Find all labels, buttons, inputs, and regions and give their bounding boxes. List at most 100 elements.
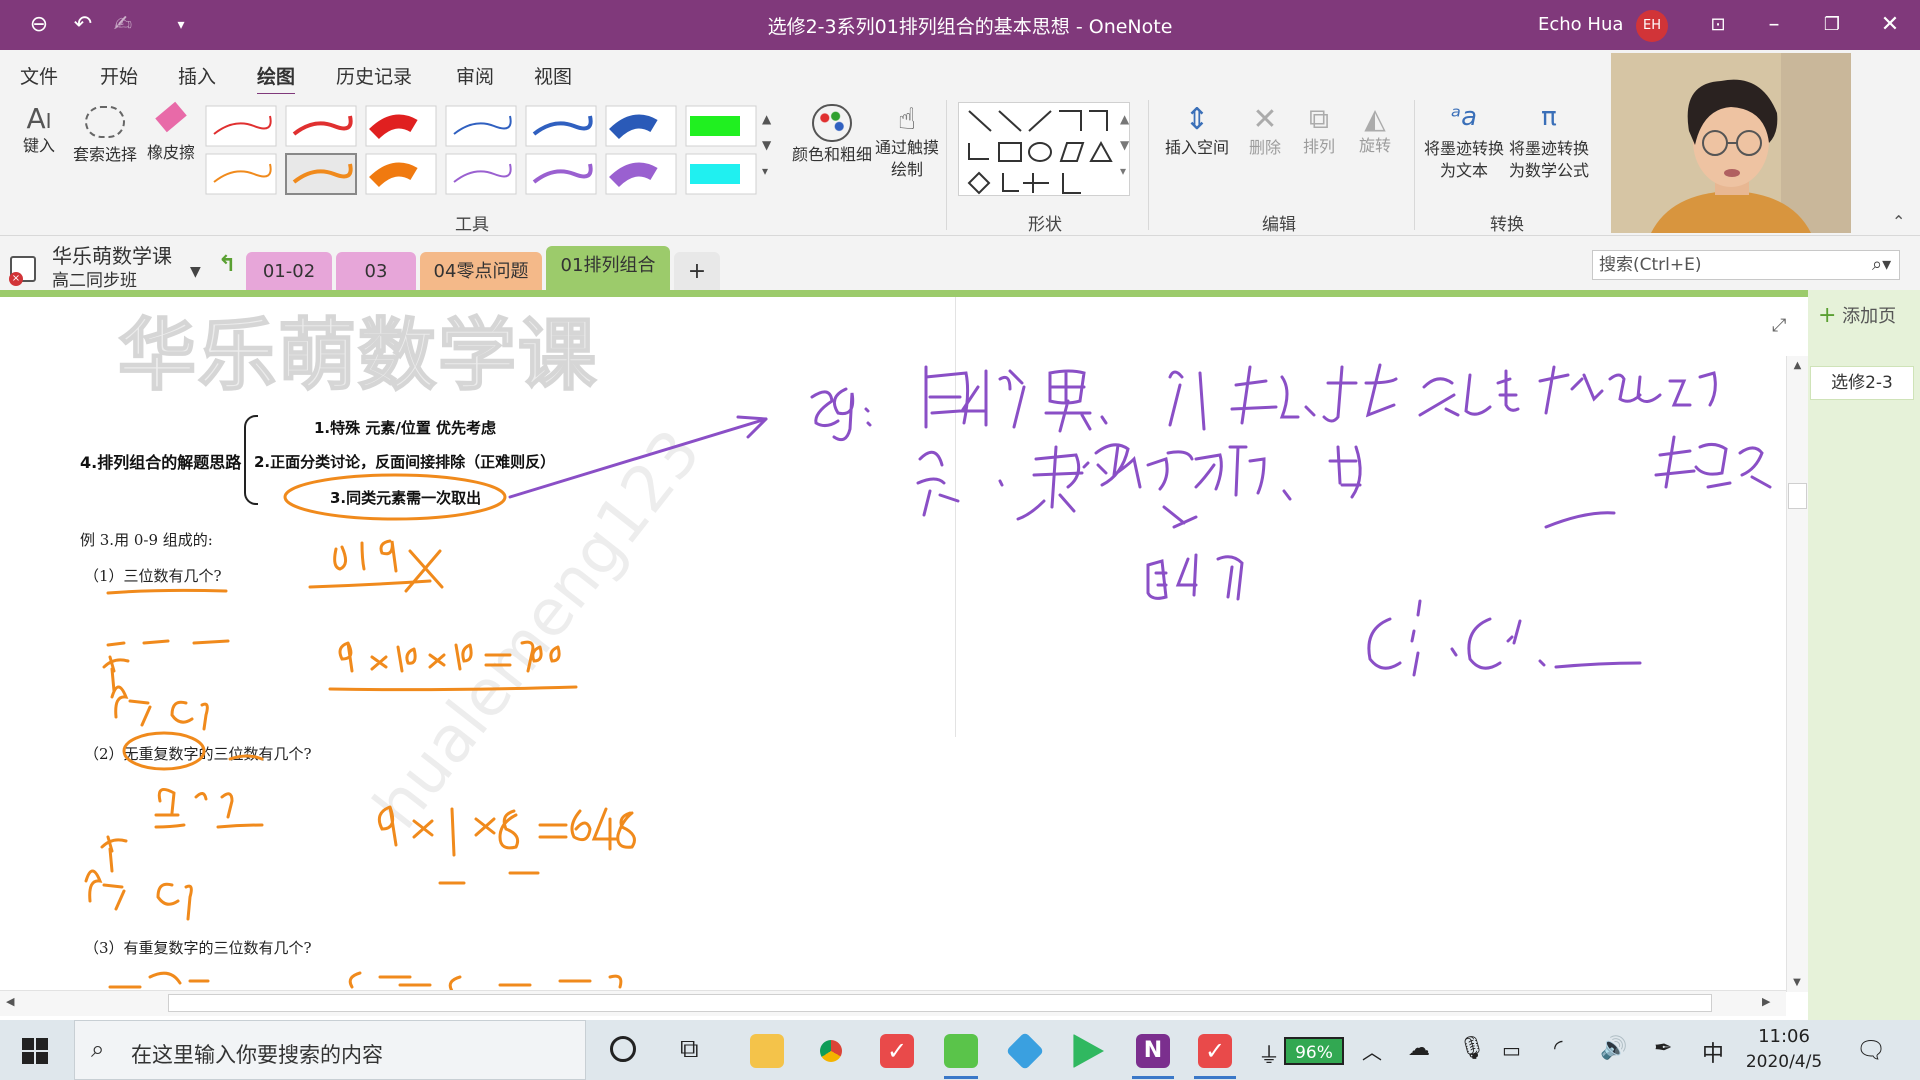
pen-workspace-icon[interactable]: ✒ <box>1654 1036 1672 1061</box>
notebook-dropdown-icon[interactable]: ▼ <box>190 264 201 280</box>
rotate-button[interactable]: ◭ 旋转 <box>1350 102 1400 157</box>
clock-time[interactable]: 11:06 <box>1744 1026 1824 1047</box>
group-label-convert: 转换 <box>1490 215 1524 235</box>
pen-mode-icon[interactable]: ✍ <box>108 10 138 40</box>
clock-date[interactable]: 2020/4/5 <box>1744 1052 1824 1072</box>
tab-draw[interactable]: 绘图 <box>257 62 296 96</box>
tab-insert[interactable]: 插入 <box>178 62 216 89</box>
search-input[interactable]: 搜索(Ctrl+E) <box>1592 250 1900 280</box>
horizontal-scroll-thumb[interactable] <box>168 994 1712 1012</box>
wifi-icon[interactable]: ◜ <box>1554 1036 1563 1061</box>
delete-button[interactable]: ✕ 删除 <box>1240 102 1290 159</box>
user-name[interactable]: Echo Hua <box>1538 14 1623 35</box>
notebook-name[interactable]: 华乐萌数学课 <box>52 240 172 269</box>
search-icon: ⌕ <box>91 1035 105 1063</box>
group-label-edit: 编辑 <box>1262 215 1296 235</box>
color-thickness-button[interactable]: 颜色和粗细 <box>786 102 878 166</box>
scroll-down-icon[interactable]: ▼ <box>1787 977 1807 988</box>
lasso-icon <box>85 106 125 138</box>
add-section-button[interactable]: + <box>674 252 720 292</box>
ribbon-display-icon[interactable]: ⊡ <box>1698 8 1738 42</box>
tab-home[interactable]: 开始 <box>100 62 138 89</box>
pen-gallery-pens[interactable] <box>205 105 757 195</box>
section-group-name[interactable]: 高二同步班 <box>52 266 137 291</box>
window-title: 选修2-3系列01排列组合的基本思想 - OneNote <box>767 16 1173 38</box>
restore-button[interactable]: ❐ <box>1812 8 1852 42</box>
ink-layer <box>84 363 1772 990</box>
microphone-icon[interactable]: 🎙 <box>1458 1036 1486 1061</box>
shapes-scroll-icon[interactable]: ▲ ▼ ▾ <box>1120 106 1129 184</box>
page-item-selected[interactable]: 选修2-3 <box>1810 366 1914 400</box>
lasso-select-button[interactable]: 套索选择 <box>68 102 142 166</box>
scroll-thumb[interactable] <box>1788 483 1807 509</box>
pen-gallery[interactable] <box>204 104 764 200</box>
vertical-scrollbar[interactable]: ▲ ▼ <box>1786 356 1808 992</box>
taskbar-search-box[interactable]: ⌕ 在这里输入你要搜索的内容 <box>74 1020 586 1080</box>
close-button[interactable]: ✕ <box>1870 8 1910 42</box>
sync-error-icon: × <box>9 272 23 286</box>
app-red-icon[interactable]: ✓ <box>880 1034 914 1068</box>
show-hidden-icons-icon[interactable]: ︿ <box>1362 1036 1382 1065</box>
ink-to-text-button[interactable]: ᵃa 将墨迹转换为文本 <box>1424 102 1504 182</box>
expand-page-icon[interactable]: ⤢ <box>1772 315 1786 336</box>
windows-taskbar: ⌕ 在这里输入你要搜索的内容 ⧉ ✓ N ✓ ⏚ 96% ︿ ☁ 🎙 ▭ ◜ 🔊… <box>0 1020 1920 1080</box>
eraser-button[interactable]: 橡皮擦 <box>144 101 198 164</box>
scroll-right-icon[interactable]: ▶ <box>1762 995 1770 1008</box>
type-button[interactable]: AI 键入 <box>14 102 64 157</box>
cortana-icon[interactable] <box>610 1036 636 1062</box>
battery-indicator[interactable]: 96% <box>1284 1037 1344 1065</box>
volume-icon[interactable]: 🔊 <box>1600 1036 1627 1061</box>
battery-icon[interactable]: ▭ <box>1502 1038 1521 1062</box>
app-blue-icon[interactable] <box>1005 1031 1045 1071</box>
windows-start-icon[interactable] <box>22 1038 48 1064</box>
tab-view[interactable]: 视图 <box>534 62 572 89</box>
section-tab-01-02[interactable]: 01-02 <box>246 252 332 292</box>
eraser-icon <box>155 101 187 133</box>
scroll-up-icon[interactable]: ▲ <box>1787 360 1808 371</box>
touch-hand-icon: ☝ <box>897 102 917 137</box>
group-label-shapes: 形状 <box>1028 215 1062 235</box>
chrome-icon[interactable] <box>814 1034 848 1068</box>
media-player-icon[interactable] <box>1073 1034 1104 1068</box>
ink-to-math-icon: π <box>1541 102 1557 132</box>
webcam-overlay <box>1611 53 1851 233</box>
wechat-icon[interactable] <box>944 1034 978 1068</box>
back-to-parent-icon[interactable]: ↰ <box>218 252 236 277</box>
section-tab-03[interactable]: 03 <box>336 252 416 292</box>
cloud-icon[interactable]: ☁ <box>1408 1036 1430 1061</box>
shapes-gallery[interactable] <box>958 102 1130 196</box>
section-bar: × 华乐萌数学课 高二同步班 ▼ ↰ 01-02 03 04零点问题 01排列组… <box>0 236 1920 292</box>
scroll-left-icon[interactable]: ◀ <box>6 995 14 1008</box>
onenote-icon[interactable]: N <box>1136 1034 1170 1068</box>
search-icon[interactable]: ⌕▾ <box>1872 254 1891 275</box>
arrange-button[interactable]: ⧉ 排列 <box>1294 102 1344 158</box>
palette-icon <box>812 104 852 142</box>
tab-review[interactable]: 审阅 <box>456 62 494 89</box>
tab-history[interactable]: 历史记录 <box>336 62 412 89</box>
notification-icon[interactable]: 🗨 <box>1856 1036 1886 1064</box>
input-method-indicator[interactable]: 中 <box>1702 1036 1724 1068</box>
page-list-pane: + 添加页 选修2-3 <box>1808 290 1920 1020</box>
app-red-2-icon[interactable]: ✓ <box>1198 1034 1232 1068</box>
section-tab-04[interactable]: 04零点问题 <box>420 252 542 292</box>
insert-space-button[interactable]: ⇕ 插入空间 <box>1158 102 1236 159</box>
add-page-button[interactable]: + 添加页 <box>1818 302 1896 328</box>
avatar[interactable]: EH <box>1636 10 1668 42</box>
touch-draw-button[interactable]: ☝ 通过触摸绘制 <box>874 102 940 181</box>
rotate-icon: ◭ <box>1364 102 1386 135</box>
collapse-ribbon-icon[interactable]: ⌃ <box>1892 212 1905 231</box>
undo-icon[interactable]: ↶ <box>68 10 98 40</box>
ink-to-math-button[interactable]: π 将墨迹转换为数学公式 <box>1504 102 1594 182</box>
quick-access-dropdown-icon[interactable]: ▾ <box>166 10 196 40</box>
back-icon[interactable]: ⊖ <box>24 10 54 40</box>
purple-ink-strokes <box>508 363 1772 677</box>
file-explorer-icon[interactable] <box>750 1034 784 1068</box>
minimize-button[interactable]: – <box>1754 8 1794 42</box>
insert-space-icon: ⇕ <box>1184 102 1210 137</box>
page-canvas[interactable]: 华乐萌数学课 hualemeng123 4.排列组合的解题思路 1.特殊 元素/… <box>0 297 1808 990</box>
tab-file[interactable]: 文件 <box>20 62 58 89</box>
horizontal-scrollbar[interactable]: ◀ ▶ <box>0 990 1786 1016</box>
section-tab-01-active[interactable]: 01排列组合 <box>546 246 670 292</box>
pen-gallery-scroll-icon[interactable]: ▲ ▼ ▾ <box>762 106 771 184</box>
task-view-icon[interactable]: ⧉ <box>680 1034 699 1065</box>
